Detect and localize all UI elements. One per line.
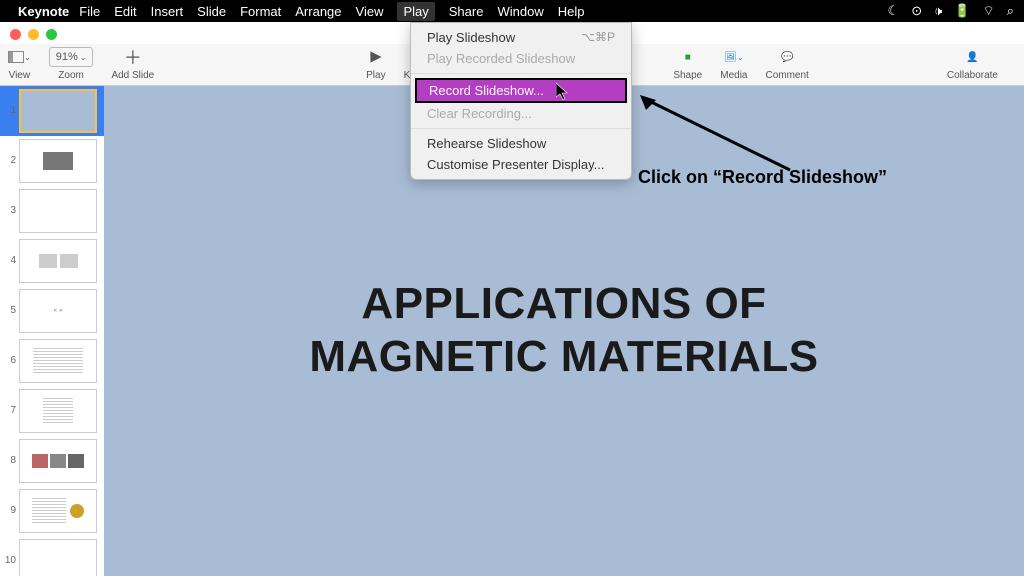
menu-separator — [411, 128, 631, 129]
wifi-icon[interactable]: ⌔ — [982, 3, 994, 19]
slide-thumb-1[interactable]: 1 — [0, 86, 104, 136]
play-menu-dropdown: Play Slideshow ⌥⌘P Play Recorded Slidesh… — [410, 22, 632, 180]
menu-share[interactable]: Share — [449, 4, 484, 19]
tool-shape[interactable]: ■ Shape — [673, 46, 702, 81]
menu-play[interactable]: Play — [397, 2, 434, 21]
menu-format[interactable]: Format — [240, 4, 281, 19]
battery-icon[interactable]: 🔋 — [954, 3, 970, 19]
search-icon[interactable]: ⌕ — [1007, 3, 1014, 19]
slide-thumb-7[interactable]: 7 — [0, 386, 104, 436]
traffic-lights — [0, 22, 67, 47]
close-window-button[interactable] — [10, 29, 21, 40]
menu-play-slideshow[interactable]: Play Slideshow ⌥⌘P — [411, 27, 631, 48]
slide-thumb-2[interactable]: 2 — [0, 136, 104, 186]
menu-file[interactable]: File — [79, 4, 100, 19]
slide-thumb-6[interactable]: 6 — [0, 336, 104, 386]
menu-view[interactable]: View — [356, 4, 384, 19]
menu-play-recorded: Play Recorded Slideshow — [411, 48, 631, 69]
menu-help[interactable]: Help — [558, 4, 585, 19]
menu-record-slideshow[interactable]: Record Slideshow... — [417, 80, 625, 101]
slide-title-text: APPLICATIONS OF MAGNETIC MATERIALS — [309, 278, 818, 384]
menu-customise-presenter[interactable]: Customise Presenter Display... — [411, 154, 631, 175]
shortcut-label: ⌥⌘P — [581, 30, 615, 45]
slide-thumb-8[interactable]: 8 — [0, 436, 104, 486]
annotation-text: Click on “Record Slideshow” — [638, 167, 887, 188]
tool-add-slide[interactable]: ＋ Add Slide — [111, 46, 154, 81]
menu-separator — [411, 73, 631, 74]
menu-rehearse-slideshow[interactable]: Rehearse Slideshow — [411, 133, 631, 154]
tool-media[interactable]: 🖼 ⌄ Media — [720, 46, 747, 81]
menu-slide[interactable]: Slide — [197, 4, 226, 19]
tool-view[interactable]: ⌄ View — [8, 46, 31, 81]
menu-edit[interactable]: Edit — [114, 4, 136, 19]
menu-window[interactable]: Window — [497, 4, 543, 19]
slide-thumb-3[interactable]: 3 — [0, 186, 104, 236]
tool-play[interactable]: Play — [366, 46, 385, 81]
slide-thumb-10[interactable]: 10 — [0, 536, 104, 576]
tool-zoom[interactable]: 91%⌄ Zoom — [49, 46, 94, 81]
annotation-arrow — [640, 95, 800, 175]
mute-icon[interactable]: 🕩 — [934, 3, 942, 19]
slide-thumb-5[interactable]: 5✕ ✕ — [0, 286, 104, 336]
do-not-disturb-icon[interactable]: ☾ — [888, 3, 900, 19]
tool-collaborate[interactable]: 👤 Collaborate — [947, 46, 998, 81]
slide-navigator[interactable]: 1 2 3 4 5✕ ✕ 6 7 8 9 10 — [0, 86, 104, 576]
slide-thumb-4[interactable]: 4 — [0, 236, 104, 286]
annotation-highlight-box: Record Slideshow... — [415, 78, 627, 103]
tool-comment[interactable]: 💬 Comment — [765, 46, 808, 81]
macos-menubar: Keynote File Edit Insert Slide Format Ar… — [0, 0, 1024, 22]
screen-record-icon[interactable]: ⊙ — [911, 3, 922, 19]
fullscreen-window-button[interactable] — [46, 29, 57, 40]
slide-thumb-9[interactable]: 9 — [0, 486, 104, 536]
app-name[interactable]: Keynote — [18, 4, 69, 19]
menu-arrange[interactable]: Arrange — [295, 4, 341, 19]
minimize-window-button[interactable] — [28, 29, 39, 40]
menu-insert[interactable]: Insert — [151, 4, 184, 19]
menu-clear-recording: Clear Recording... — [411, 103, 631, 124]
